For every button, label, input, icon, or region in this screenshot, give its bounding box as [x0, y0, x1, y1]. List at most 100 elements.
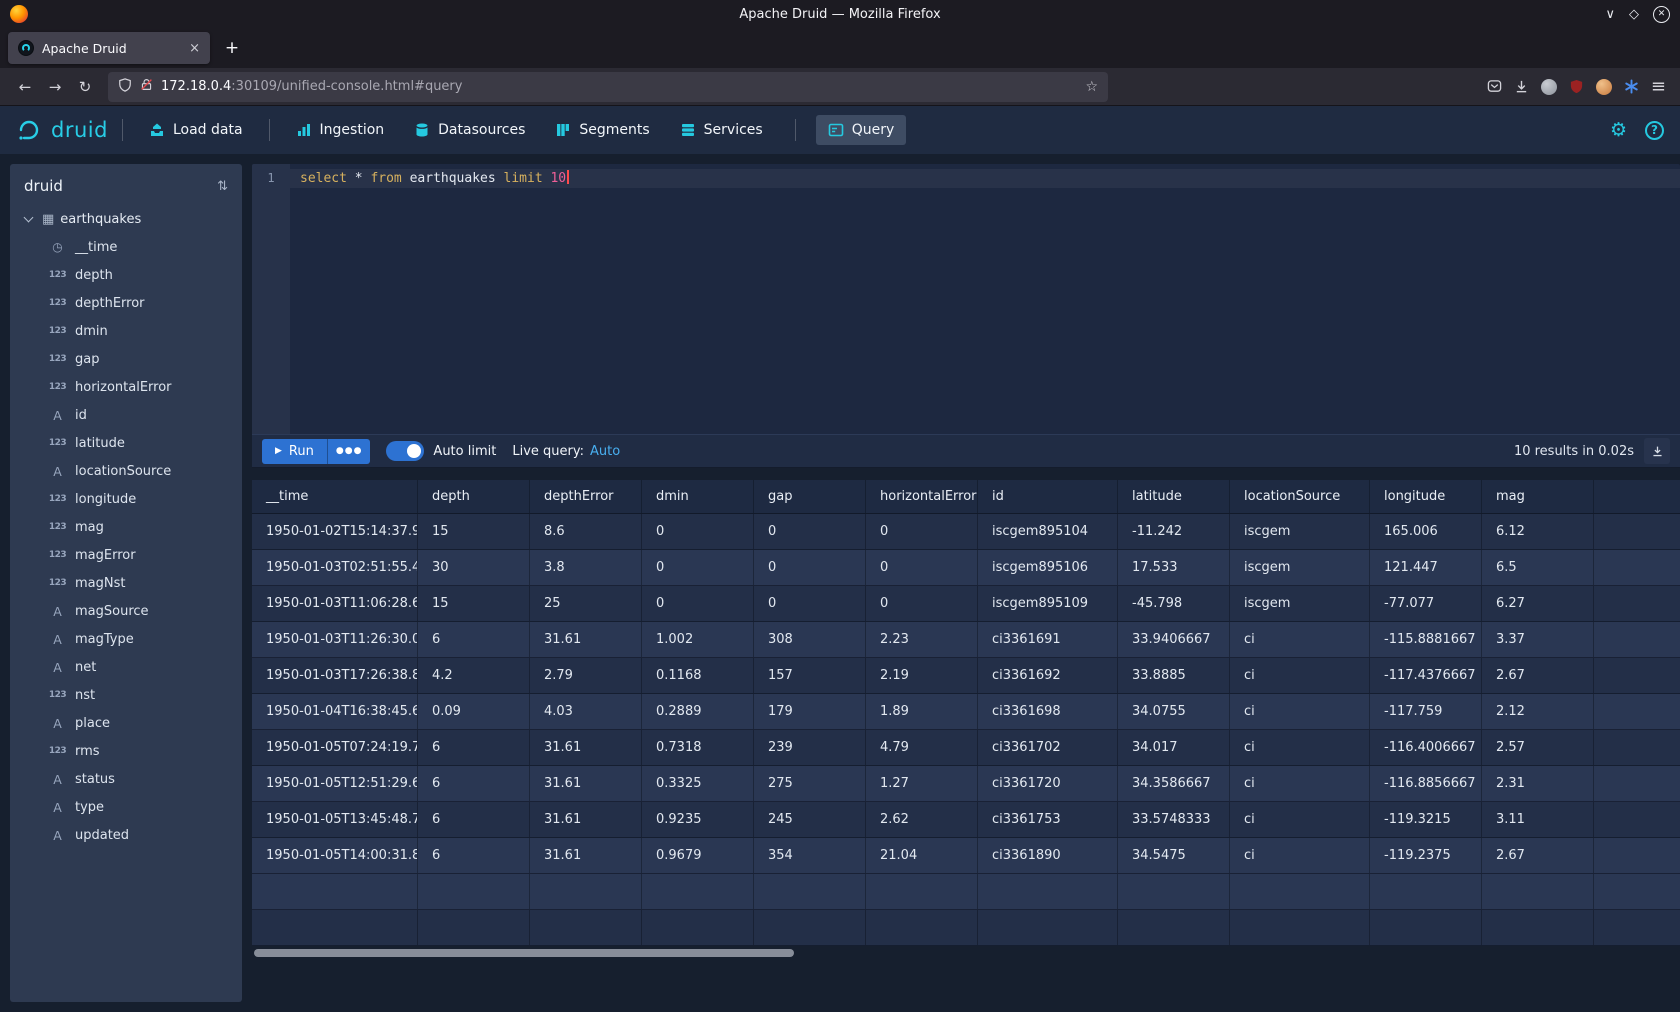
- table-cell[interactable]: iscgem895109: [978, 586, 1118, 621]
- column-item[interactable]: 123 magError: [10, 541, 242, 569]
- column-header[interactable]: latitude: [1118, 480, 1230, 513]
- ublock-icon[interactable]: [1569, 79, 1584, 94]
- table-cell[interactable]: 2.79: [530, 658, 642, 693]
- table-cell[interactable]: 2.57: [1482, 730, 1594, 765]
- table-cell[interactable]: -119.3215: [1370, 802, 1482, 837]
- maximize-icon[interactable]: ◇: [1629, 8, 1639, 21]
- nav-datasources[interactable]: Datasources: [402, 115, 537, 145]
- table-cell[interactable]: 6: [418, 802, 530, 837]
- table-cell[interactable]: iscgem: [1230, 514, 1370, 549]
- table-cell[interactable]: 0.9235: [642, 802, 754, 837]
- table-cell[interactable]: 31.61: [530, 730, 642, 765]
- live-query-value[interactable]: Auto: [590, 444, 620, 459]
- run-more-button[interactable]: ●●●: [327, 439, 371, 464]
- table-cell[interactable]: 0: [642, 514, 754, 549]
- column-item[interactable]: 123 depth: [10, 261, 242, 289]
- table-cell[interactable]: 2.62: [866, 802, 978, 837]
- table-cell[interactable]: 0: [866, 550, 978, 585]
- column-header[interactable]: mag: [1482, 480, 1594, 513]
- table-cell[interactable]: 157: [754, 658, 866, 693]
- table-cell[interactable]: 31.61: [530, 838, 642, 873]
- forward-button[interactable]: →: [40, 72, 70, 102]
- table-cell[interactable]: 0.7318: [642, 730, 754, 765]
- table-cell[interactable]: 2.12: [1482, 694, 1594, 729]
- table-cell[interactable]: ci3361691: [978, 622, 1118, 657]
- table-cell[interactable]: 308: [754, 622, 866, 657]
- table-cell[interactable]: -116.4006667: [1370, 730, 1482, 765]
- browser-tab-apache-druid[interactable]: Apache Druid ×: [8, 32, 210, 64]
- table-cell[interactable]: ci: [1230, 730, 1370, 765]
- table-cell[interactable]: 1950-01-05T07:24:19.740Z: [252, 730, 418, 765]
- column-item[interactable]: A id: [10, 401, 242, 429]
- table-cell[interactable]: 30: [418, 550, 530, 585]
- table-cell[interactable]: 33.8885: [1118, 658, 1230, 693]
- table-row[interactable]: 1950-01-03T11:06:28.640Z 15 25 0 0 0 isc…: [252, 586, 1680, 622]
- table-cell[interactable]: 31.61: [530, 766, 642, 801]
- table-cell[interactable]: 275: [754, 766, 866, 801]
- column-item[interactable]: A status: [10, 765, 242, 793]
- table-cell[interactable]: 179: [754, 694, 866, 729]
- bookmark-star-icon[interactable]: ☆: [1085, 79, 1098, 95]
- load-data-button[interactable]: Load data: [137, 115, 255, 145]
- table-cell[interactable]: -117.4376667: [1370, 658, 1482, 693]
- table-cell[interactable]: -77.077: [1370, 586, 1482, 621]
- table-cell[interactable]: 1950-01-04T16:38:45.670Z: [252, 694, 418, 729]
- table-cell[interactable]: 6: [418, 622, 530, 657]
- table-cell[interactable]: 34.3586667: [1118, 766, 1230, 801]
- table-row[interactable]: 1950-01-05T07:24:19.740Z 6 31.61 0.7318 …: [252, 730, 1680, 766]
- menu-icon[interactable]: ≡: [1651, 78, 1666, 96]
- table-cell[interactable]: 17.533: [1118, 550, 1230, 585]
- table-cell[interactable]: 0: [754, 514, 866, 549]
- table-cell[interactable]: 3.11: [1482, 802, 1594, 837]
- table-cell[interactable]: 0: [754, 550, 866, 585]
- table-cell[interactable]: 1950-01-03T11:06:28.640Z: [252, 586, 418, 621]
- table-cell[interactable]: 1.27: [866, 766, 978, 801]
- column-header[interactable]: id: [978, 480, 1118, 513]
- column-item[interactable]: 123 latitude: [10, 429, 242, 457]
- table-cell[interactable]: 165.006: [1370, 514, 1482, 549]
- table-cell[interactable]: ci3361890: [978, 838, 1118, 873]
- table-cell[interactable]: 0.9679: [642, 838, 754, 873]
- table-cell[interactable]: 2.19: [866, 658, 978, 693]
- column-item[interactable]: 123 magNst: [10, 569, 242, 597]
- table-cell[interactable]: iscgem: [1230, 586, 1370, 621]
- gear-icon[interactable]: ⚙: [1610, 121, 1627, 140]
- table-cell[interactable]: 1.89: [866, 694, 978, 729]
- table-cell[interactable]: 1950-01-02T15:14:37.960Z: [252, 514, 418, 549]
- nav-query[interactable]: Query: [816, 115, 907, 145]
- run-button[interactable]: ▶ Run: [262, 439, 327, 464]
- sort-icon[interactable]: ⇅: [217, 179, 228, 194]
- column-header[interactable]: __time: [252, 480, 418, 513]
- column-item[interactable]: 123 depthError: [10, 289, 242, 317]
- table-cell[interactable]: 1950-01-05T14:00:31.860Z: [252, 838, 418, 873]
- column-item[interactable]: A type: [10, 793, 242, 821]
- table-cell[interactable]: 31.61: [530, 802, 642, 837]
- nav-services[interactable]: Services: [668, 115, 775, 145]
- column-item[interactable]: 123 horizontalError: [10, 373, 242, 401]
- column-item[interactable]: ◷ __time: [10, 233, 242, 261]
- table-cell[interactable]: 3.8: [530, 550, 642, 585]
- table-cell[interactable]: 31.61: [530, 622, 642, 657]
- column-item[interactable]: 123 gap: [10, 345, 242, 373]
- table-cell[interactable]: iscgem895106: [978, 550, 1118, 585]
- table-row[interactable]: 1950-01-02T15:14:37.960Z 15 8.6 0 0 0 is…: [252, 514, 1680, 550]
- table-cell[interactable]: -116.8856667: [1370, 766, 1482, 801]
- table-cell[interactable]: 34.0755: [1118, 694, 1230, 729]
- tab-close-icon[interactable]: ×: [189, 41, 200, 56]
- table-cell[interactable]: ci: [1230, 802, 1370, 837]
- table-cell[interactable]: ci3361720: [978, 766, 1118, 801]
- editor-code-area[interactable]: select * from earthquakes limit 10: [290, 164, 1680, 434]
- table-cell[interactable]: 121.447: [1370, 550, 1482, 585]
- url-bar[interactable]: 172.18.0.4:30109/unified-console.html#qu…: [108, 72, 1108, 102]
- table-cell[interactable]: iscgem: [1230, 550, 1370, 585]
- table-cell[interactable]: 33.5748333: [1118, 802, 1230, 837]
- table-cell[interactable]: -115.8881667: [1370, 622, 1482, 657]
- nav-segments[interactable]: Segments: [543, 115, 661, 145]
- table-cell[interactable]: iscgem895104: [978, 514, 1118, 549]
- insecure-lock-icon[interactable]: [140, 78, 153, 95]
- datasource-item-earthquakes[interactable]: ▦ earthquakes: [10, 205, 242, 233]
- table-cell[interactable]: -119.2375: [1370, 838, 1482, 873]
- table-cell[interactable]: 0.3325: [642, 766, 754, 801]
- column-header[interactable]: longitude: [1370, 480, 1482, 513]
- table-cell[interactable]: 239: [754, 730, 866, 765]
